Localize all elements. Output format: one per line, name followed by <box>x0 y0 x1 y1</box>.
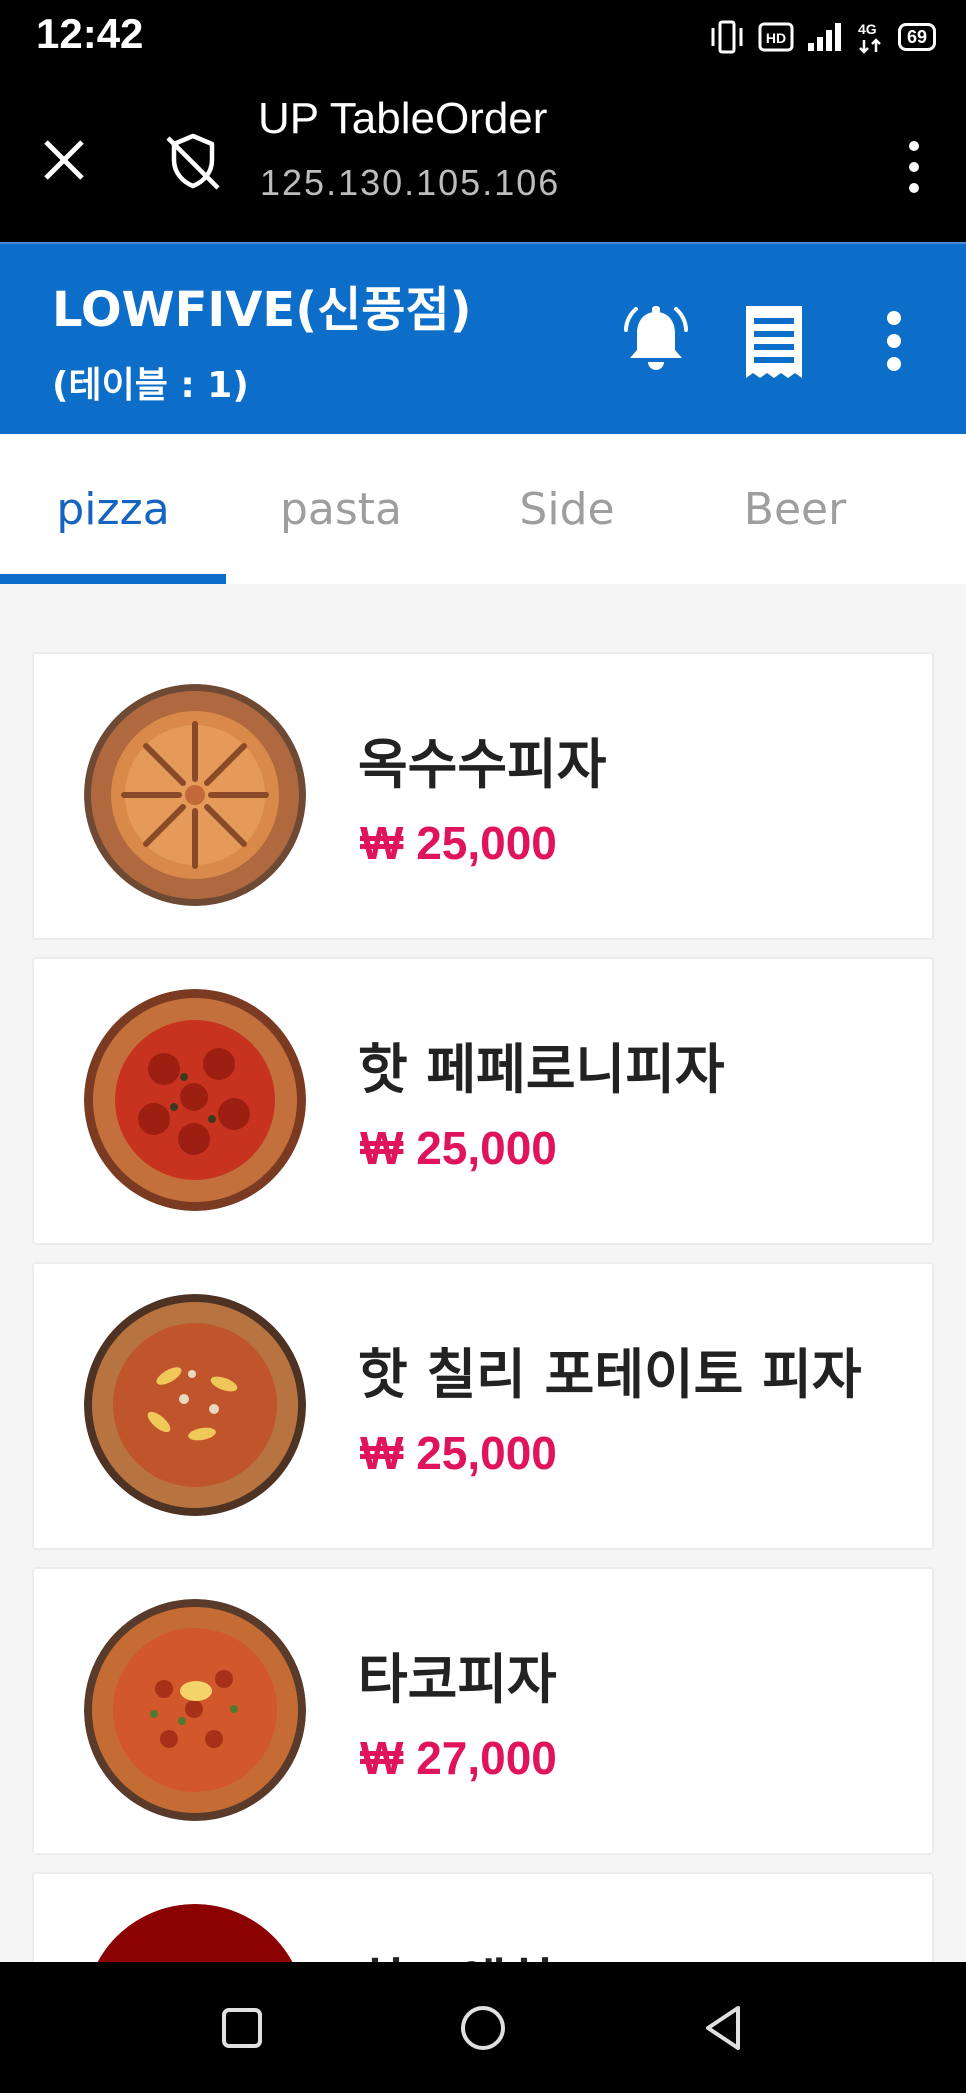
recent-apps-icon[interactable] <box>212 1998 272 2058</box>
menu-item-card[interactable]: 핫 페페로니피자 ₩ 25,000 <box>32 957 934 1245</box>
status-bar: 12:42 HD 4G 69 <box>0 0 966 72</box>
system-nav-bar <box>0 1962 966 2093</box>
network-label: HD <box>766 30 786 46</box>
menu-item-name: 핫 페페로니피자 <box>358 1038 725 1101</box>
receipt-icon[interactable] <box>738 302 810 382</box>
pizza-image <box>84 684 306 906</box>
tab-beer[interactable]: Beer <box>682 434 908 584</box>
tab-side[interactable]: Side <box>454 434 680 584</box>
signal-icon <box>807 23 841 51</box>
back-icon[interactable] <box>694 1998 754 2058</box>
pizza-image <box>84 1599 306 1821</box>
battery-indicator: 69 <box>897 23 936 51</box>
menu-item-name: 핫 칠리 포테이토 피자 <box>358 1343 862 1406</box>
category-tabs: pizza pasta Side Beer <box>0 434 966 584</box>
home-icon[interactable] <box>453 1998 513 2058</box>
browser-title: UP TableOrder <box>258 94 548 143</box>
browser-url[interactable]: 125.130.105.106 <box>260 162 560 204</box>
table-info: (테이블 : 1) <box>52 365 249 406</box>
status-icons: HD 4G 69 <box>708 18 936 56</box>
menu-item-name: 옥수수피자 <box>358 733 607 796</box>
menu-item-price: ₩ 27,000 <box>360 1732 557 1784</box>
menu-item-card[interactable]: 타코피자 ₩ 27,000 <box>32 1567 934 1855</box>
tab-pizza[interactable]: pizza <box>0 434 226 584</box>
vibrate-icon <box>711 20 743 54</box>
close-button[interactable] <box>36 132 92 188</box>
menu-item-price: ₩ 25,000 <box>360 817 557 869</box>
more-options-icon[interactable] <box>866 306 922 376</box>
status-time: 12:42 <box>36 10 144 57</box>
browser-bar: UP TableOrder 125.130.105.106 <box>0 72 966 242</box>
menu-item-card[interactable]: 옥수수피자 ₩ 25,000 <box>32 652 934 940</box>
menu-item-name: 하프앤하프 <box>358 1940 606 1962</box>
store-name: LOWFIVE(신풍점) <box>52 282 472 338</box>
pizza-image <box>84 989 306 1211</box>
menu-list: 옥수수피자 ₩ 25,000 핫 페페로니피자 ₩ 25,000 핫 칠리 포테… <box>0 584 966 1962</box>
browser-menu-icon[interactable] <box>888 132 940 202</box>
menu-item-price: ₩ 25,000 <box>360 1122 557 1174</box>
menu-item-card[interactable]: 핫 칠리 포테이토 피자 ₩ 25,000 <box>32 1262 934 1550</box>
menu-item-name: 타코피자 <box>358 1648 557 1711</box>
pizza-image <box>84 1294 306 1516</box>
active-tab-indicator <box>0 574 226 584</box>
hd-icon: HD <box>758 22 794 52</box>
menu-item-price: ₩ 25,000 <box>360 1427 557 1479</box>
signal-type: 4G <box>858 21 877 37</box>
data-4g-icon: 4G <box>858 21 881 54</box>
bell-icon[interactable] <box>616 300 696 380</box>
tab-pasta[interactable]: pasta <box>228 434 454 584</box>
pizza-image <box>97 1904 293 1962</box>
menu-item-card[interactable]: 하프앤하프 <box>32 1872 934 1962</box>
shield-off-icon[interactable] <box>162 130 224 192</box>
app-header: LOWFIVE(신풍점) (테이블 : 1) <box>0 242 966 434</box>
